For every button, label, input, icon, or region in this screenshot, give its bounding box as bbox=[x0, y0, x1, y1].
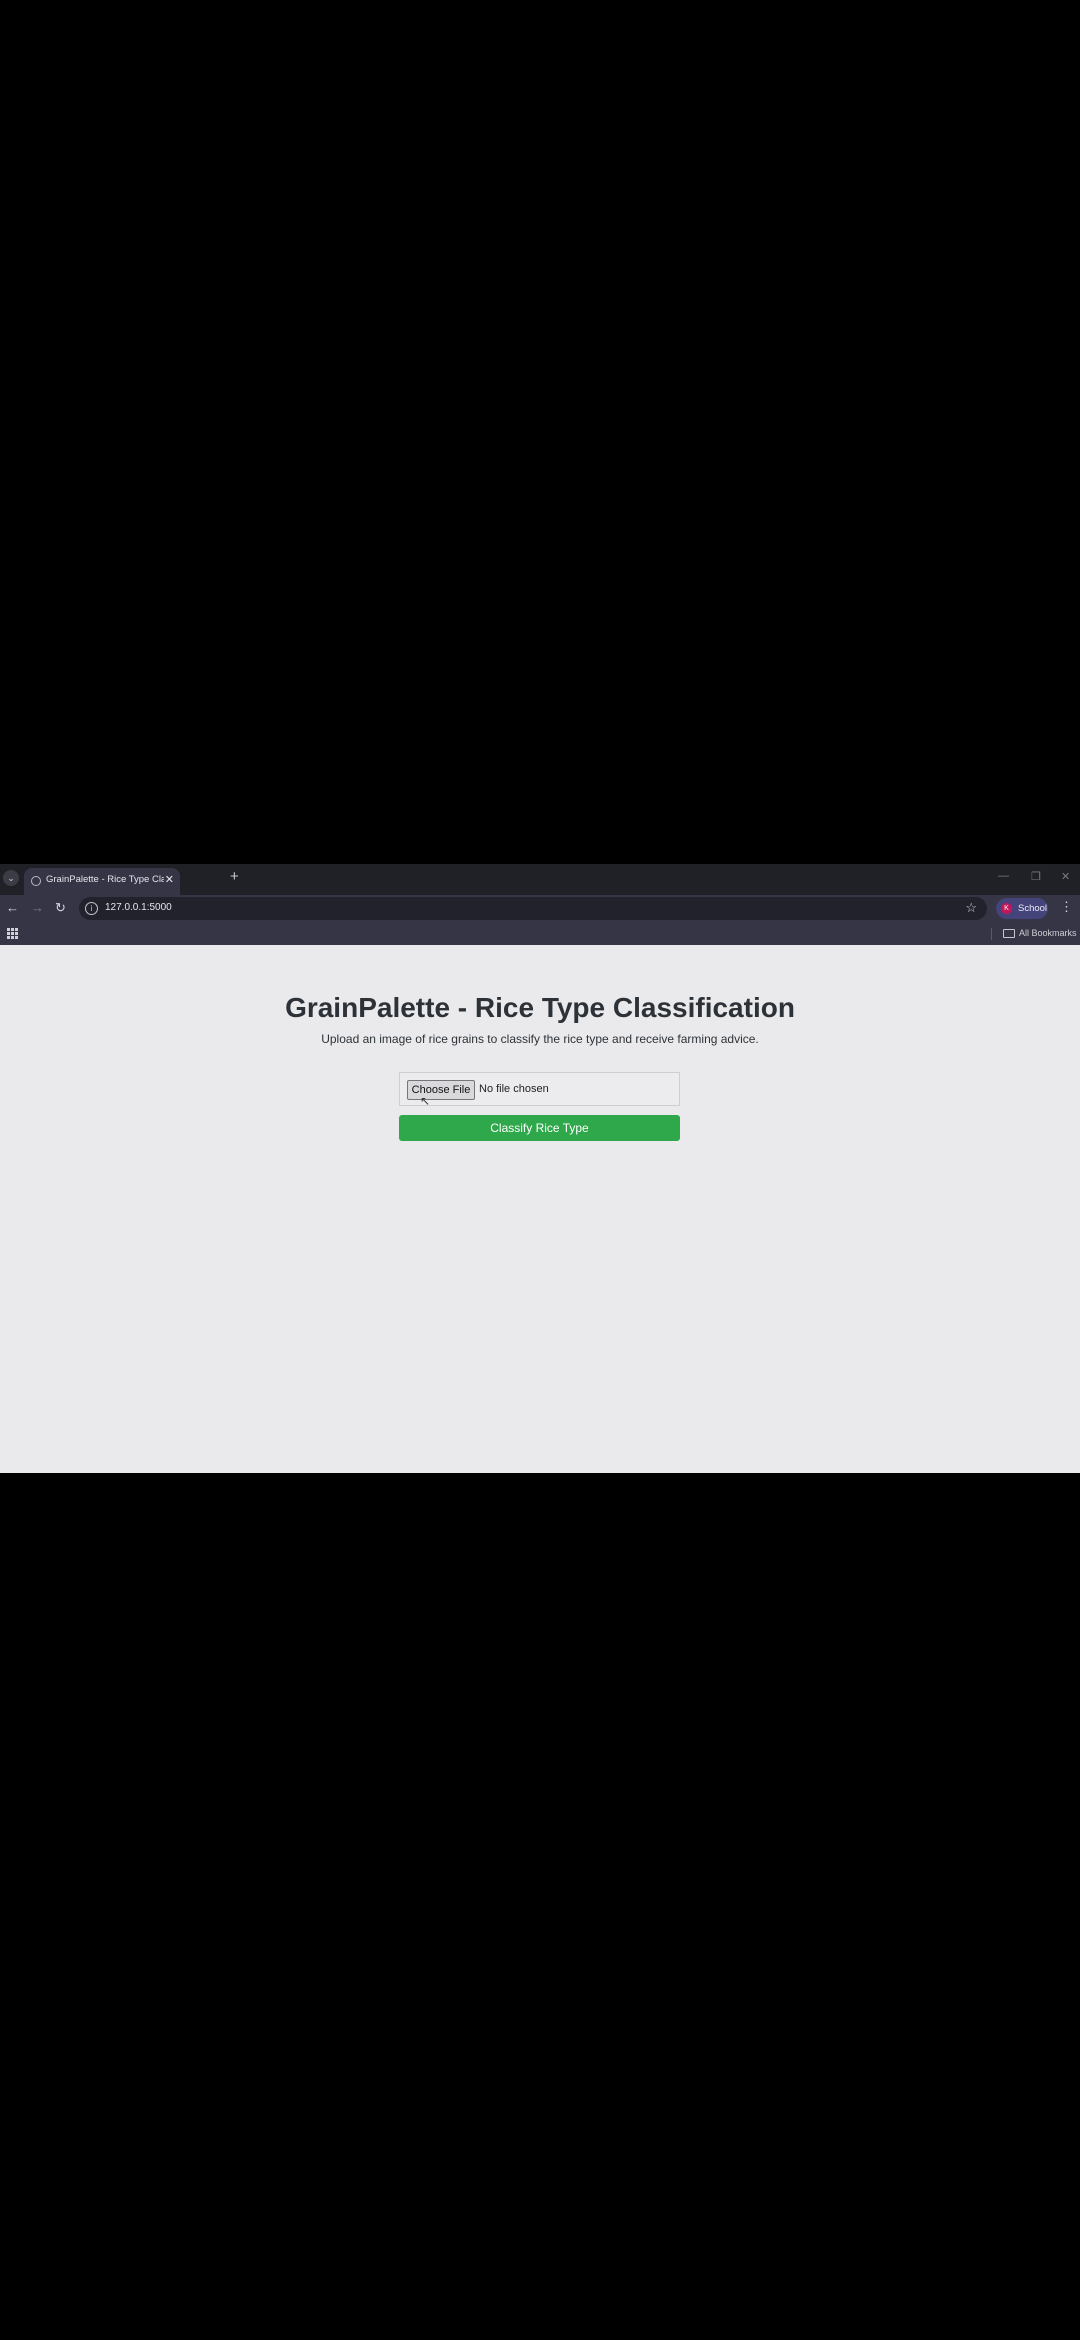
tab-title: GrainPalette - Rice Type Classifi bbox=[46, 874, 164, 885]
choose-file-button[interactable]: Choose File bbox=[407, 1080, 475, 1100]
profile-button[interactable]: K School bbox=[996, 898, 1048, 919]
plus-icon[interactable]: + bbox=[230, 868, 239, 885]
restore-icon[interactable]: ❐ bbox=[1031, 870, 1041, 883]
reload-icon[interactable]: ↻ bbox=[55, 900, 66, 916]
url-text[interactable]: 127.0.0.1:5000 bbox=[105, 902, 172, 913]
close-icon[interactable]: ✕ bbox=[165, 873, 174, 886]
browser-window: ⌄ GrainPalette - Rice Type Classifi ✕ + … bbox=[0, 864, 1080, 1473]
tab-search-icon[interactable]: ⌄ bbox=[3, 870, 19, 886]
forward-icon[interactable]: → bbox=[31, 900, 44, 915]
page-title: GrainPalette - Rice Type Classification bbox=[285, 992, 795, 1023]
all-bookmarks-link[interactable]: All Bookmarks bbox=[1019, 928, 1077, 938]
file-status: No file chosen bbox=[479, 1083, 549, 1095]
folder-icon bbox=[1003, 929, 1015, 938]
minimize-icon[interactable]: — bbox=[998, 870, 1009, 882]
globe-icon bbox=[31, 876, 41, 886]
star-icon[interactable]: ☆ bbox=[965, 900, 977, 916]
classify-button[interactable]: Classify Rice Type bbox=[399, 1115, 680, 1141]
avatar: K bbox=[1001, 903, 1012, 914]
bookmarks-divider bbox=[991, 928, 992, 940]
back-icon[interactable]: ← bbox=[6, 900, 19, 915]
file-input[interactable]: Choose File No file chosen bbox=[399, 1072, 680, 1106]
address-bar[interactable]: i 127.0.0.1:5000 ☆ bbox=[79, 897, 987, 920]
window-close-icon[interactable]: ✕ bbox=[1061, 870, 1070, 883]
site-info-icon[interactable]: i bbox=[85, 902, 98, 915]
tab-active[interactable]: GrainPalette - Rice Type Classifi ✕ bbox=[24, 868, 180, 895]
kebab-menu-icon[interactable]: ⋮ bbox=[1060, 899, 1073, 915]
tab-strip: ⌄ GrainPalette - Rice Type Classifi ✕ + … bbox=[0, 864, 1080, 895]
browser-toolbar: ← → ↻ i 127.0.0.1:5000 ☆ K School ⋮ bbox=[0, 895, 1080, 923]
cursor-icon: ↖ bbox=[420, 1094, 431, 1108]
bookmarks-bar: All Bookmarks bbox=[0, 923, 1080, 945]
apps-grid-icon[interactable] bbox=[7, 928, 18, 939]
page-subtitle: Upload an image of rice grains to classi… bbox=[321, 1032, 759, 1046]
page-content: GrainPalette - Rice Type Classification … bbox=[0, 945, 1080, 1473]
profile-label: School bbox=[1018, 903, 1048, 914]
